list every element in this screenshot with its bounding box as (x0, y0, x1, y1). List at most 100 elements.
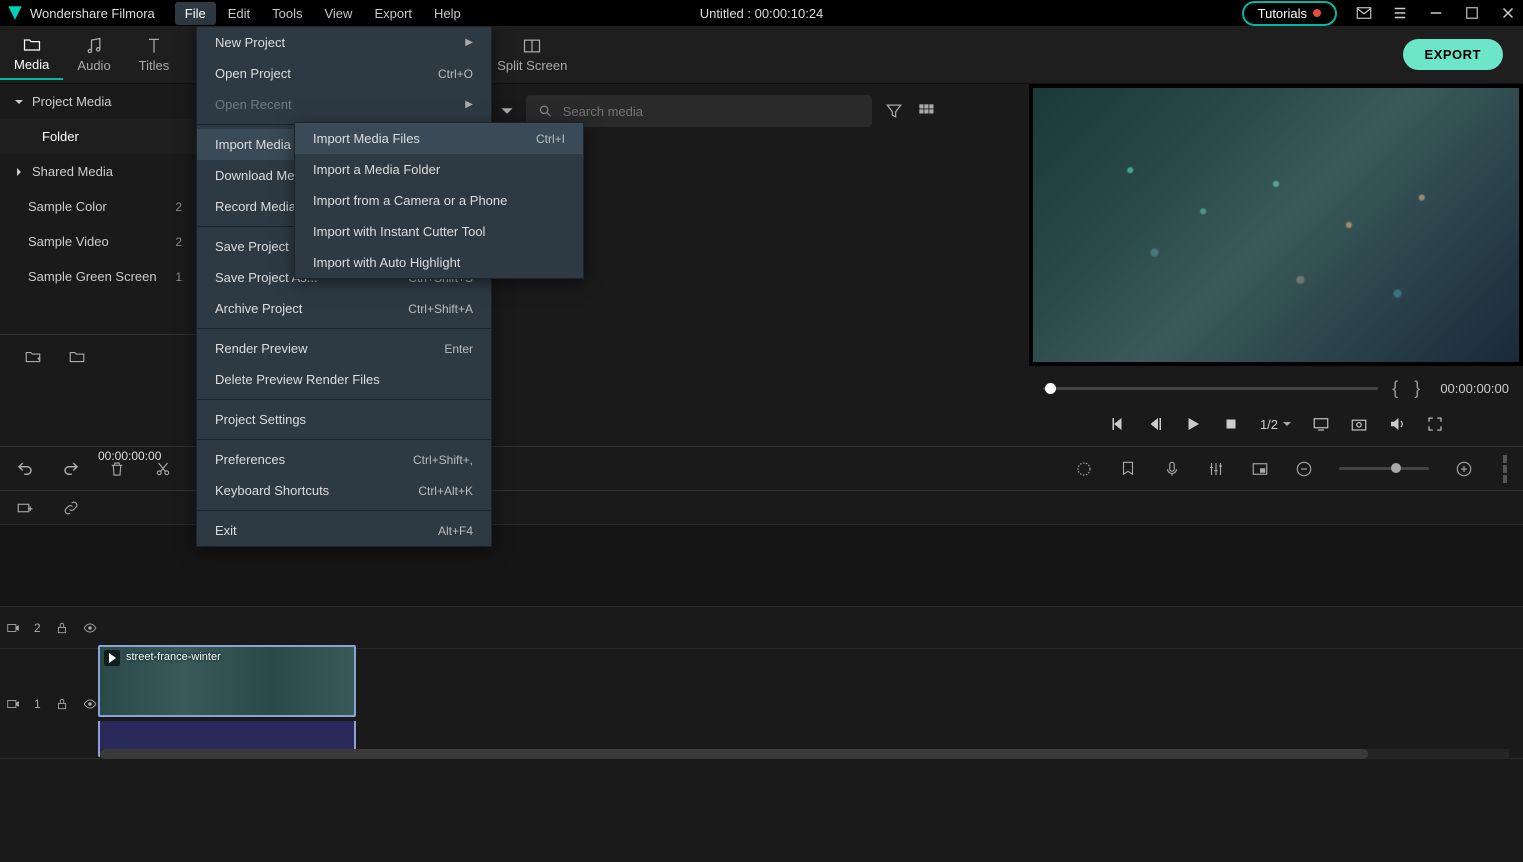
close-icon[interactable] (1499, 4, 1517, 22)
pip-icon[interactable] (1251, 460, 1269, 478)
submenu-item-import-with-instant-cutter-tool[interactable]: Import with Instant Cutter Tool (295, 216, 583, 247)
tracks: 2 1 street-france-winter (0, 525, 1523, 759)
track-head-1: 1 (0, 697, 98, 711)
app-logo-icon (6, 4, 24, 22)
mail-icon[interactable] (1355, 4, 1373, 22)
fullscreen-icon[interactable] (1426, 415, 1444, 433)
horizontal-scrollbar[interactable] (100, 749, 1509, 759)
audio-mixer-icon[interactable] (1207, 460, 1225, 478)
menu-item-delete-preview-render-files[interactable]: Delete Preview Render Files (197, 364, 491, 395)
track-body[interactable]: street-france-winter (98, 649, 1523, 758)
zoom-slider[interactable] (1339, 467, 1429, 470)
menu-item-exit[interactable]: ExitAlt+F4 (197, 515, 491, 546)
snapshot-icon[interactable] (1350, 415, 1368, 433)
tutorials-label: Tutorials (1258, 6, 1307, 21)
menu-item-render-preview[interactable]: Render PreviewEnter (197, 333, 491, 364)
mark-in-icon[interactable]: { (1390, 378, 1400, 399)
sidebar-item-sample-video[interactable]: Sample Video 2 (0, 224, 196, 259)
zoom-in-icon[interactable] (1455, 460, 1473, 478)
submenu-item-import-from-a-camera-or-a-phone[interactable]: Import from a Camera or a Phone (295, 185, 583, 216)
menu-file[interactable]: File (175, 2, 216, 25)
volume-icon[interactable] (1388, 415, 1406, 433)
scrub-thumb[interactable] (1045, 383, 1056, 394)
prev-frame-icon[interactable] (1108, 415, 1126, 433)
sidebar-item-sample-green-screen[interactable]: Sample Green Screen 1 (0, 259, 196, 294)
sidebar-item-shared-media[interactable]: Shared Media (0, 154, 196, 189)
maximize-icon[interactable] (1463, 4, 1481, 22)
undo-icon[interactable] (16, 460, 34, 478)
menu-item-project-settings[interactable]: Project Settings (197, 404, 491, 435)
track-body[interactable] (98, 607, 1523, 648)
redo-icon[interactable] (62, 460, 80, 478)
menu-item-open-project[interactable]: Open ProjectCtrl+O (197, 58, 491, 89)
submenu-item-import-a-media-folder[interactable]: Import a Media Folder (295, 154, 583, 185)
stop-icon[interactable] (1222, 415, 1240, 433)
tutorials-button[interactable]: Tutorials (1242, 1, 1337, 26)
dropdown-icon[interactable] (500, 104, 514, 118)
track-height-icon[interactable] (1503, 455, 1507, 483)
tab-audio[interactable]: Audio (63, 30, 124, 79)
marker-icon[interactable] (1119, 460, 1137, 478)
step-back-icon[interactable] (1146, 415, 1164, 433)
menu-item-new-project[interactable]: New Project▶ (197, 27, 491, 58)
clip-play-icon[interactable] (104, 650, 120, 666)
menu-item-preferences[interactable]: PreferencesCtrl+Shift+, (197, 444, 491, 475)
grid-icon[interactable] (916, 101, 936, 121)
list-icon[interactable] (1391, 4, 1409, 22)
submenu-item-import-with-auto-highlight[interactable]: Import with Auto Highlight (295, 247, 583, 278)
menu-edit[interactable]: Edit (218, 2, 260, 25)
tab-split-screen[interactable]: Split Screen (483, 30, 581, 79)
zoom-selector[interactable]: 1/2 (1260, 417, 1292, 432)
lock-icon[interactable] (55, 621, 69, 635)
filter-icon[interactable] (884, 101, 904, 121)
zoom-value: 1/2 (1260, 417, 1278, 432)
folder-icon[interactable] (68, 348, 86, 366)
zoom-thumb[interactable] (1391, 463, 1401, 473)
sidebar-item-sample-color[interactable]: Sample Color 2 (0, 189, 196, 224)
minimize-icon[interactable] (1427, 4, 1445, 22)
mic-icon[interactable] (1163, 460, 1181, 478)
preview-panel: { } 00:00:00:00 1/2 (1029, 84, 1523, 446)
mark-out-icon[interactable]: } (1412, 378, 1422, 399)
sidebar-label: Sample Video (28, 234, 109, 249)
sidebar-item-project-media[interactable]: Project Media (0, 84, 196, 119)
menu-tools[interactable]: Tools (262, 2, 312, 25)
export-button[interactable]: EXPORT (1403, 39, 1503, 70)
link-icon[interactable] (62, 499, 80, 517)
scrub-slider[interactable] (1043, 387, 1378, 390)
scrollbar-thumb[interactable] (100, 749, 1368, 759)
chevron-right-icon (14, 167, 24, 177)
chevron-down-icon (14, 97, 24, 107)
tab-media[interactable]: Media (0, 29, 63, 80)
search-icon (538, 103, 553, 119)
search-field[interactable] (563, 104, 860, 119)
track-number: 2 (34, 621, 41, 635)
menu-view[interactable]: View (314, 2, 362, 25)
color-wheel-icon[interactable] (1075, 460, 1093, 478)
zoom-out-icon[interactable] (1295, 460, 1313, 478)
video-clip[interactable]: street-france-winter (98, 645, 356, 717)
scrub-row: { } 00:00:00:00 (1043, 372, 1509, 404)
play-icon[interactable] (1184, 415, 1202, 433)
add-folder-icon[interactable] (24, 348, 42, 366)
menu-item-open-recent: Open Recent▶ (197, 89, 491, 120)
lock-icon[interactable] (55, 697, 69, 711)
menu-help[interactable]: Help (424, 2, 471, 25)
sidebar-count: 2 (175, 200, 182, 214)
menu-export[interactable]: Export (364, 2, 422, 25)
submenu-item-import-media-files[interactable]: Import Media FilesCtrl+I (295, 123, 583, 154)
track-row-2: 2 (0, 607, 1523, 649)
menu-item-keyboard-shortcuts[interactable]: Keyboard ShortcutsCtrl+Alt+K (197, 475, 491, 506)
preview-canvas[interactable] (1033, 88, 1519, 362)
eye-icon[interactable] (83, 697, 97, 711)
split-screen-icon (522, 36, 542, 56)
add-track-icon[interactable] (16, 499, 34, 517)
sidebar-item-folder[interactable]: Folder (0, 119, 196, 154)
sidebar-label: Shared Media (32, 164, 113, 179)
display-icon[interactable] (1312, 415, 1330, 433)
eye-icon[interactable] (83, 621, 97, 635)
track-number: 1 (34, 697, 41, 711)
tab-titles[interactable]: Titles (125, 30, 184, 79)
export-label: EXPORT (1425, 47, 1481, 62)
menu-item-archive-project[interactable]: Archive ProjectCtrl+Shift+A (197, 293, 491, 324)
